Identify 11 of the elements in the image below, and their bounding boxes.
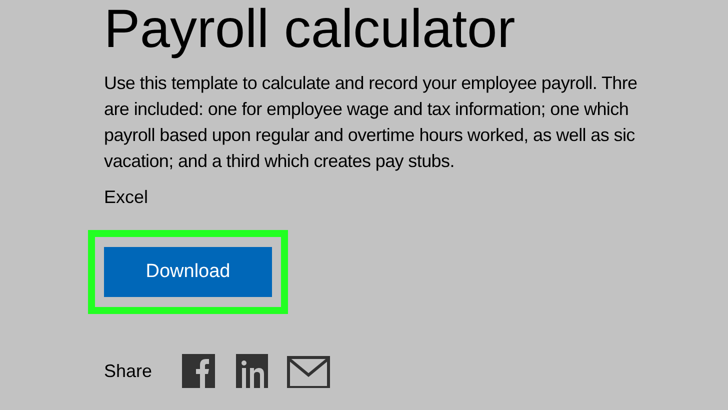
share-label: Share: [104, 360, 152, 382]
download-button[interactable]: Download: [104, 247, 272, 297]
linkedin-icon[interactable]: [236, 354, 268, 388]
file-type: Excel: [104, 186, 148, 209]
description-line: are included: one for employee wage and tax information; one which: [104, 98, 629, 121]
description-line: vacation; and a third which creates pay stubs.: [104, 150, 454, 173]
facebook-icon[interactable]: [182, 354, 216, 388]
description-line: Use this template to calculate and record your employee payroll. Thre: [104, 72, 638, 95]
page-title: Payroll calculator: [104, 0, 516, 58]
description-line: payroll based upon regular and overtime hours worked, as well as sic: [104, 124, 635, 147]
mail-icon[interactable]: [287, 356, 330, 388]
